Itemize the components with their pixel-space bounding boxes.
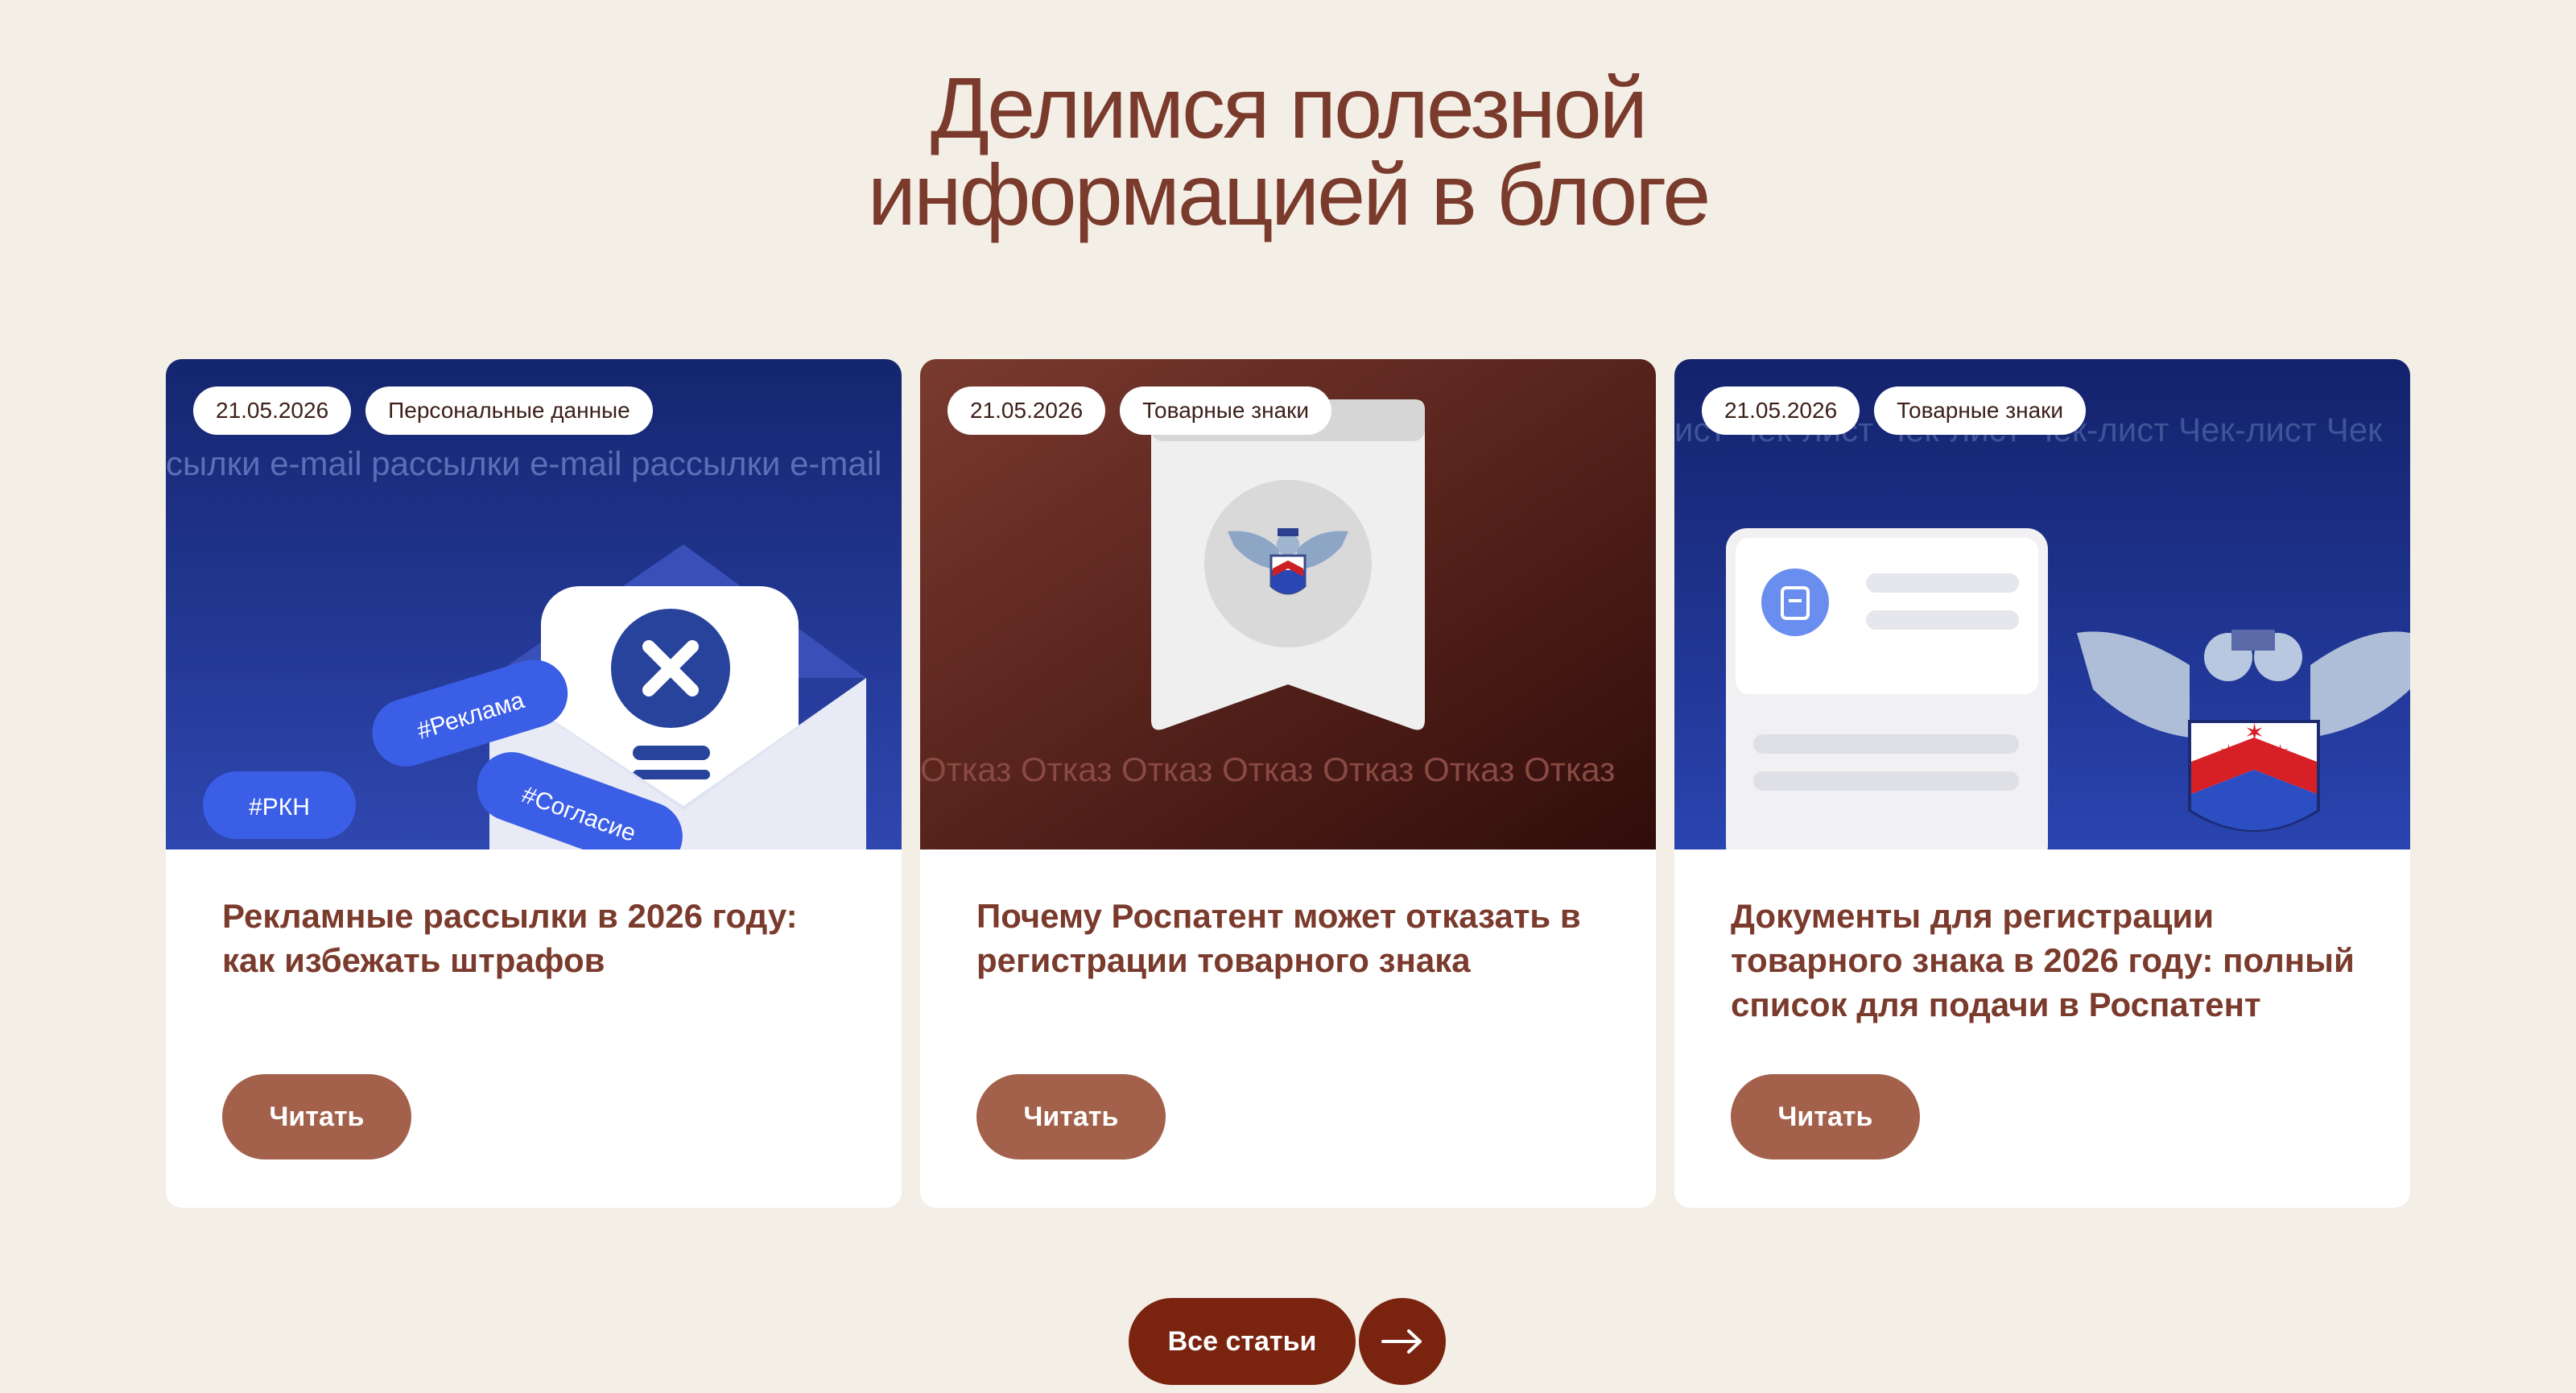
section-title: Делимся полезной информацией в блоге [0,64,2576,238]
ticker-text: сылки e-mail рассылки e-mail рассылки e-… [166,444,882,482]
blog-card-trademark-documents[interactable]: ✶ ✶ ✶ ист Чек-лист Чек-лист Чек-лист Чек… [1674,359,2410,1208]
svg-text:✶: ✶ [2219,740,2239,768]
card-meta: 21.05.2026 Товарные знаки [1702,386,2087,435]
read-button[interactable]: Читать [1731,1074,1920,1159]
arrow-right-icon-glyph [1381,1329,1422,1354]
category-badge[interactable]: Персональные данные [365,386,653,435]
badge-rkn: #РКН [249,794,310,821]
card-title[interactable]: Рекламные рассылки в 2026 году: как избе… [222,894,858,982]
blog-section: Делимся полезной информацией в блоге #Ре… [0,0,2576,1393]
svg-text:✶: ✶ [2244,719,2264,747]
card-meta: 21.05.2026 Персональные данные [193,386,653,435]
ticker-text: Отказ Отказ Отказ Отказ Отказ Отказ Отка… [920,750,1616,788]
category-badge[interactable]: Товарные знаки [1120,386,1332,435]
section-title-line-1: Делимся полезной [930,59,1648,156]
blog-card-rospatent-refusal[interactable]: Отказ Отказ Отказ Отказ Отказ Отказ Отка… [920,359,1656,1208]
all-articles-group: Все статьи [1129,1298,1446,1385]
card-title[interactable]: Почему Роспатент может отказать в регист… [976,894,1612,982]
card-title[interactable]: Документы для регистрации товарного знак… [1731,894,2367,1027]
arrow-right-icon[interactable] [1359,1298,1446,1385]
category-badge[interactable]: Товарные знаки [1874,386,2087,435]
date-badge: 21.05.2026 [1702,386,1860,435]
card-meta: 21.05.2026 Товарные знаки [947,386,1332,435]
date-badge: 21.05.2026 [947,386,1106,435]
read-button[interactable]: Читать [222,1074,411,1159]
read-button[interactable]: Читать [976,1074,1166,1159]
blog-card-email-ads[interactable]: #Реклама #Согласие #РКН сылки e-mail рас… [166,359,902,1208]
all-articles-button[interactable]: Все статьи [1129,1298,1356,1385]
svg-text:✶: ✶ [2270,740,2290,768]
section-title-line-2: информацией в блоге [867,146,1711,243]
date-badge: 21.05.2026 [193,386,352,435]
